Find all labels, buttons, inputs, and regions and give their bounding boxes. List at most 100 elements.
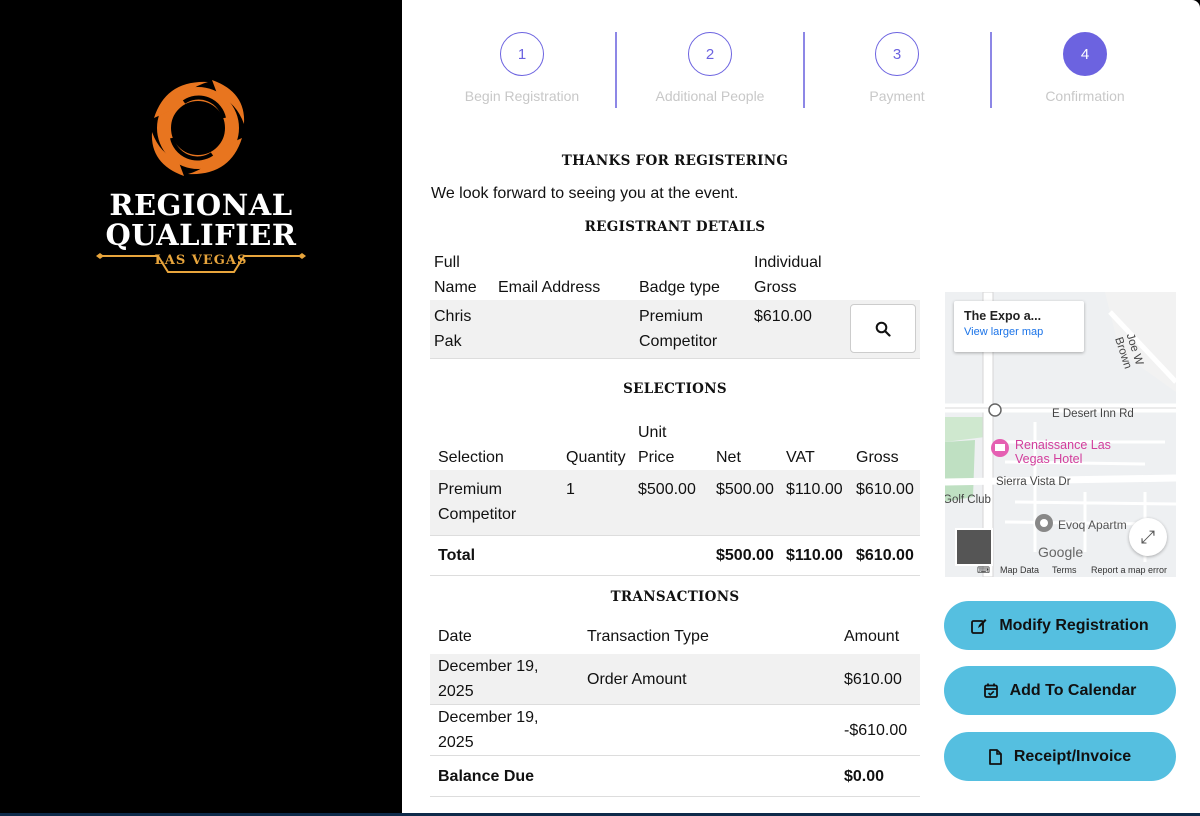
step-divider (615, 32, 617, 108)
receipt-invoice-label: Receipt/Invoice (1013, 747, 1132, 765)
total-gross: $610.00 (848, 535, 920, 576)
street-view-thumbnail[interactable] (955, 528, 993, 566)
cell-amount: $610.00 (840, 654, 920, 705)
document-icon (988, 748, 1002, 765)
total-vat: $110.00 (778, 535, 848, 576)
modify-registration-button[interactable]: Modify Registration (944, 601, 1176, 650)
map-street-label: Sierra Vista Dr (996, 476, 1071, 488)
transactions-table: Date Transaction Type Amount December 19… (430, 618, 920, 797)
venue-map[interactable]: The Expo a... View larger map E Desert I… (945, 292, 1176, 577)
cell-quantity: 1 (558, 470, 630, 536)
report-map-error-link[interactable]: Report a map error (1091, 565, 1167, 575)
cell-badge: Premium Competitor (635, 300, 750, 359)
col-quantity: Quantity (566, 449, 626, 466)
logo-line-qualifier: QUALIFIER (105, 218, 297, 252)
cell-date: December 19, 2025 (430, 704, 583, 756)
table-header-row: Date Transaction Type Amount (430, 618, 920, 654)
brand-panel: REGIONAL QUALIFIER LAS VEGAS (0, 0, 402, 816)
cell-type: Order Amount (583, 654, 840, 705)
table-header-row: Selection Quantity Unit Price Net VAT Gr… (430, 412, 920, 470)
cell-email (494, 300, 635, 359)
selections-heading: SELECTIONS (623, 381, 727, 397)
col-net: Net (716, 449, 741, 466)
thanks-message: We look forward to seeing you at the eve… (431, 185, 739, 202)
step-4-circle: 4 (1063, 32, 1107, 76)
table-row: December 19, 2025 -$610.00 (430, 704, 920, 756)
cell-amount: -$610.00 (840, 704, 920, 756)
receipt-invoice-button[interactable]: Receipt/Invoice (944, 732, 1176, 781)
cell-gross: $610.00 (750, 300, 844, 359)
col-actions (844, 247, 920, 300)
table-row: Chris Pak Premium Competitor $610.00 (430, 300, 920, 359)
cell-type (583, 704, 840, 756)
cell-gross: $610.00 (848, 470, 920, 536)
registrant-heading: REGISTRANT DETAILS (584, 219, 766, 235)
cell-unit-price: $500.00 (630, 470, 708, 536)
cell-net: $500.00 (708, 470, 778, 536)
table-row: Premium Competitor 1 $500.00 $500.00 $11… (430, 470, 920, 536)
col-badge-type: Badge type (639, 279, 720, 296)
map-poi-evoq: Evoq Apartm (1058, 518, 1127, 532)
total-net: $500.00 (708, 535, 778, 576)
step-divider (990, 32, 992, 108)
col-date: Date (438, 627, 472, 645)
col-full-name: Full Name (434, 254, 477, 296)
registrant-table: Full Name Email Address Badge type Indiv… (430, 247, 920, 359)
map-terms-link[interactable]: Terms (1052, 565, 1077, 575)
logo-line-regional: REGIONAL (109, 188, 293, 222)
step-divider (803, 32, 805, 108)
step-2-label: Additional People (655, 88, 765, 104)
selections-table: Selection Quantity Unit Price Net VAT Gr… (430, 412, 920, 576)
step-3-label: Payment (869, 88, 925, 104)
add-to-calendar-button[interactable]: Add To Calendar (944, 666, 1176, 715)
keyboard-icon[interactable]: ⌨ (977, 565, 990, 576)
regional-qualifier-logo: REGIONAL QUALIFIER LAS VEGAS (96, 78, 306, 278)
col-transaction-type: Transaction Type (587, 627, 709, 645)
step-1-label: Begin Registration (464, 88, 580, 104)
cell-selection: Premium Competitor (430, 470, 558, 536)
step-payment[interactable]: 3 Payment (807, 32, 987, 104)
map-street-label: E Desert Inn Rd (1052, 408, 1134, 420)
view-registrant-button[interactable] (850, 304, 916, 353)
step-3-circle: 3 (875, 32, 919, 76)
step-begin-registration[interactable]: 1 Begin Registration (432, 32, 612, 104)
add-to-calendar-label: Add To Calendar (1009, 681, 1137, 699)
total-row: Total $500.00 $110.00 $610.00 (430, 535, 920, 576)
map-golf-label: Golf Club (945, 494, 991, 506)
step-confirmation[interactable]: 4 Confirmation (995, 32, 1175, 104)
cell-vat: $110.00 (778, 470, 848, 536)
modify-registration-label: Modify Registration (999, 616, 1149, 634)
thanks-heading: THANKS FOR REGISTERING (561, 153, 789, 169)
logo-line-las-vegas: LAS VEGAS (154, 253, 248, 268)
cell-full-name: Chris Pak (430, 300, 494, 359)
calendar-icon (983, 683, 998, 698)
step-2-circle: 2 (688, 32, 732, 76)
balance-row: Balance Due $0.00 (430, 755, 920, 797)
total-label: Total (430, 535, 558, 576)
map-data-label: Map Data (1000, 565, 1040, 575)
transactions-heading: TRANSACTIONS (610, 589, 740, 605)
table-header-row: Full Name Email Address Badge type Indiv… (430, 247, 920, 300)
balance-label: Balance Due (430, 755, 583, 797)
step-4-label: Confirmation (1045, 88, 1125, 104)
balance-amount: $0.00 (840, 755, 920, 797)
col-email: Email Address (498, 279, 601, 296)
map-place-title: The Expo a... (964, 309, 1042, 323)
fullscreen-icon[interactable]: ⤢ (1129, 518, 1167, 556)
col-gross: Gross (856, 449, 899, 466)
col-amount: Amount (844, 627, 900, 645)
col-unit-price: Unit Price (638, 424, 675, 466)
col-selection: Selection (438, 449, 504, 466)
step-additional-people[interactable]: 2 Additional People (620, 32, 800, 104)
map-place-card: The Expo a... View larger map (954, 301, 1084, 352)
view-larger-map-link[interactable]: View larger map (964, 326, 1074, 338)
cell-date: December 19, 2025 (430, 654, 583, 705)
google-logo: Google (1038, 544, 1084, 560)
map-poi-hotel[interactable]: Renaissance Las Vegas Hotel (1015, 438, 1135, 466)
table-row: December 19, 2025 Order Amount $610.00 (430, 654, 920, 705)
step-1-circle: 1 (500, 32, 544, 76)
search-icon (875, 321, 891, 337)
col-individual-gross: Individual Gross (754, 254, 822, 296)
swirl-logo-icon (151, 80, 245, 176)
edit-icon (971, 618, 987, 634)
